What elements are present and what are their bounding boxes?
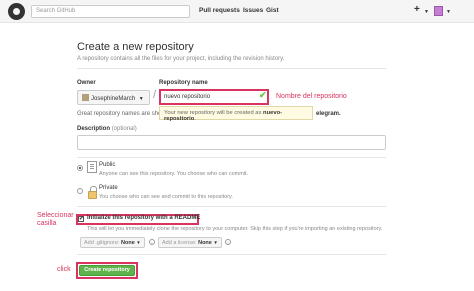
- annotation-click: click: [57, 266, 71, 273]
- repository-name-label: Repository name: [159, 80, 208, 86]
- chevron-down-icon[interactable]: ▼: [446, 9, 451, 15]
- info-icon[interactable]: i: [225, 239, 231, 245]
- chevron-down-icon: ▼: [138, 96, 144, 102]
- info-icon[interactable]: i: [149, 239, 155, 245]
- public-option-title: Public: [99, 162, 116, 168]
- private-option-desc: You choose who can see and commit to thi…: [99, 194, 233, 200]
- private-option-title: Private: [99, 185, 118, 191]
- annotation-repo-name: Nombre del repositorio: [276, 93, 347, 100]
- gitignore-prefix: Add .gitignore:: [84, 240, 120, 246]
- nav-gist[interactable]: Gist: [266, 7, 279, 14]
- chevron-down-icon: ▼: [213, 240, 218, 245]
- readme-checkbox[interactable]: ✔: [78, 216, 84, 222]
- owner-dropdown[interactable]: JosephineMarch ▼: [77, 90, 150, 105]
- create-repository-button[interactable]: Create repository: [79, 265, 135, 276]
- public-radio[interactable]: [77, 165, 83, 171]
- gitignore-select[interactable]: Add .gitignore: None ▼: [80, 237, 145, 248]
- slash-separator: /: [153, 89, 157, 101]
- divider: [77, 157, 386, 158]
- license-prefix: Add a license:: [162, 240, 197, 246]
- private-radio[interactable]: [77, 188, 83, 194]
- description-input[interactable]: [77, 135, 386, 150]
- github-logo-icon[interactable]: [8, 3, 25, 20]
- owner-avatar-icon: [82, 94, 89, 101]
- nav-pull-requests[interactable]: Pull requests: [199, 7, 240, 14]
- description-label: Description (optional): [77, 126, 137, 132]
- divider: [77, 206, 386, 207]
- divider: [77, 68, 386, 69]
- optional-label: (optional): [111, 126, 137, 132]
- repository-name-tooltip: Your new repository will be created as n…: [159, 106, 313, 122]
- page-subtitle: A repository contains all the files for …: [77, 56, 285, 62]
- license-value: None: [198, 240, 212, 246]
- plus-icon[interactable]: +: [414, 4, 420, 15]
- repository-name-hint: Great repository names are shor: [77, 111, 164, 117]
- readme-label[interactable]: Initialize this repository with a README: [87, 215, 200, 221]
- tooltip-suffix: .: [194, 116, 196, 122]
- check-icon: ✔: [259, 90, 267, 100]
- chevron-down-icon[interactable]: ▼: [424, 9, 429, 15]
- gitignore-value: None: [121, 240, 135, 246]
- page-title: Create a new repository: [77, 41, 194, 53]
- annotation-select-line1: Seleccionar: [37, 212, 74, 219]
- public-option-desc: Anyone can see this repository. You choo…: [99, 171, 249, 177]
- avatar[interactable]: [434, 6, 443, 16]
- search-input[interactable]: Search GitHub: [31, 5, 190, 18]
- chevron-down-icon: ▼: [136, 240, 141, 245]
- annotation-select-line2: casilla: [37, 220, 57, 227]
- description-label-text: Description: [77, 126, 111, 132]
- top-header: Search GitHub Pull requests Issues Gist …: [0, 0, 474, 23]
- repo-book-icon: [87, 161, 97, 173]
- readme-desc: This will let you immediately clone the …: [87, 226, 383, 232]
- repository-name-input[interactable]: nuevo repositorio: [159, 89, 269, 105]
- divider: [77, 254, 386, 255]
- owner-value: JosephineMarch: [91, 96, 136, 102]
- license-select[interactable]: Add a license: None ▼: [158, 237, 222, 248]
- hint-tail: elegram.: [316, 111, 341, 117]
- owner-label: Owner: [77, 80, 96, 86]
- nav-issues[interactable]: Issues: [243, 7, 263, 14]
- lock-icon: [88, 186, 97, 199]
